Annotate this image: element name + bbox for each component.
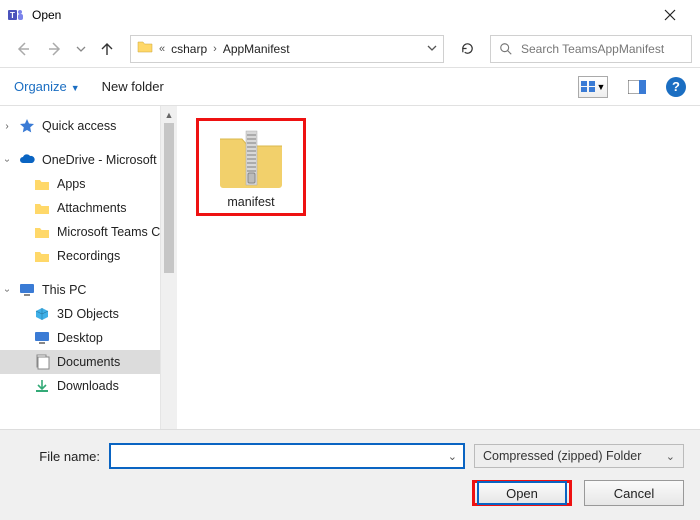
help-button[interactable]: ? <box>666 77 686 97</box>
chevron-right-icon: › <box>2 121 12 132</box>
cancel-button[interactable]: Cancel <box>584 480 684 506</box>
chevron-down-icon[interactable]: ⌄ <box>448 450 457 463</box>
search-icon <box>499 42 513 56</box>
folder-icon <box>34 248 50 264</box>
tree-this-pc[interactable]: › This PC <box>0 278 160 302</box>
preview-pane-button[interactable] <box>622 76 652 98</box>
tree-quick-access[interactable]: › Quick access <box>0 114 160 138</box>
tree-label: Attachments <box>57 201 126 215</box>
teams-app-icon: T <box>8 7 24 23</box>
star-icon <box>19 118 35 134</box>
folder-icon <box>34 176 50 192</box>
tree-recordings[interactable]: Recordings <box>0 244 160 268</box>
documents-icon <box>34 354 50 370</box>
search-input[interactable] <box>521 42 683 56</box>
arrow-left-icon <box>15 41 31 57</box>
filter-label: Compressed (zipped) Folder <box>483 449 641 463</box>
view-icon <box>581 81 595 92</box>
tree-label: Documents <box>57 355 120 369</box>
refresh-icon <box>460 41 475 56</box>
tree-label: This PC <box>42 283 86 297</box>
preview-pane-icon <box>628 80 646 94</box>
filename-input[interactable] <box>117 449 448 463</box>
file-list[interactable]: manifest <box>178 106 700 444</box>
zip-folder-icon <box>216 127 286 189</box>
breadcrumb-appmanifest[interactable]: AppManifest <box>223 42 290 56</box>
pc-icon <box>19 282 35 298</box>
up-button[interactable] <box>92 35 122 63</box>
organize-label: Organize <box>14 79 67 94</box>
window-title: Open <box>32 8 648 22</box>
chevron-down-icon: › <box>2 155 13 165</box>
desktop-icon <box>34 330 50 346</box>
folder-icon <box>137 38 153 59</box>
chevron-down-icon: ⌄ <box>666 450 675 463</box>
search-box[interactable] <box>490 35 692 63</box>
filename-label: File name: <box>26 449 100 464</box>
file-label: manifest <box>227 195 274 209</box>
tree-label: OneDrive - Microsoft <box>42 153 157 167</box>
open-button-highlight: Open <box>472 480 572 506</box>
downloads-icon <box>34 378 50 394</box>
cancel-label: Cancel <box>614 486 654 501</box>
close-icon <box>664 9 676 21</box>
scroll-up-icon[interactable]: ▲ <box>161 106 177 123</box>
tree-3d-objects[interactable]: 3D Objects <box>0 302 160 326</box>
tree-downloads[interactable]: Downloads <box>0 374 160 398</box>
view-mode-button[interactable]: ▼ <box>578 76 608 98</box>
organize-menu[interactable]: Organize ▼ <box>14 79 80 94</box>
tree-attachments[interactable]: Attachments <box>0 196 160 220</box>
arrow-up-icon <box>99 41 115 57</box>
onedrive-icon <box>19 152 35 168</box>
chevron-right-icon: › <box>213 43 217 55</box>
tree-label: Recordings <box>57 249 120 263</box>
sidebar-scrollbar[interactable]: ▲ ▼ <box>160 106 177 444</box>
tree-apps[interactable]: Apps <box>0 172 160 196</box>
arrow-right-icon <box>47 41 63 57</box>
caret-down-icon: ▼ <box>71 83 80 93</box>
chevron-left-icon: « <box>159 43 165 55</box>
tree-desktop[interactable]: Desktop <box>0 326 160 350</box>
3d-objects-icon <box>34 306 50 322</box>
tree-label: Desktop <box>57 331 103 345</box>
caret-down-icon: ▼ <box>597 82 606 92</box>
scroll-thumb[interactable] <box>164 123 174 273</box>
help-icon: ? <box>672 79 680 94</box>
breadcrumb-csharp[interactable]: csharp <box>171 42 207 56</box>
chevron-down-icon: › <box>2 285 13 295</box>
refresh-button[interactable] <box>450 35 484 63</box>
chevron-down-icon <box>427 43 437 53</box>
chevron-down-icon <box>76 44 86 54</box>
tree-msteams[interactable]: Microsoft Teams Chat Files <box>0 220 160 244</box>
back-button[interactable] <box>8 35 38 63</box>
forward-button[interactable] <box>40 35 70 63</box>
folder-icon <box>34 200 50 216</box>
open-button[interactable]: Open <box>477 481 567 505</box>
tree-label: 3D Objects <box>57 307 119 321</box>
tree-label: Quick access <box>42 119 116 133</box>
svg-text:T: T <box>10 11 15 20</box>
tree-label: Microsoft Teams Chat Files <box>57 225 160 239</box>
tree-label: Apps <box>57 177 86 191</box>
open-label: Open <box>506 486 538 501</box>
tree-onedrive[interactable]: › OneDrive - Microsoft <box>0 148 160 172</box>
filename-combobox[interactable]: ⌄ <box>110 444 464 468</box>
file-manifest[interactable]: manifest <box>196 118 306 216</box>
address-dropdown[interactable] <box>427 40 437 58</box>
tree-documents[interactable]: Documents <box>0 350 160 374</box>
folder-icon <box>34 224 50 240</box>
navigation-tree: › Quick access › OneDrive - Microsoft Ap… <box>0 106 160 444</box>
new-folder-button[interactable]: New folder <box>102 79 164 94</box>
tree-label: Downloads <box>57 379 119 393</box>
recent-locations-button[interactable] <box>72 35 90 63</box>
file-type-filter[interactable]: Compressed (zipped) Folder ⌄ <box>474 444 684 468</box>
address-bar[interactable]: « csharp › AppManifest <box>130 35 444 63</box>
close-button[interactable] <box>648 0 692 30</box>
